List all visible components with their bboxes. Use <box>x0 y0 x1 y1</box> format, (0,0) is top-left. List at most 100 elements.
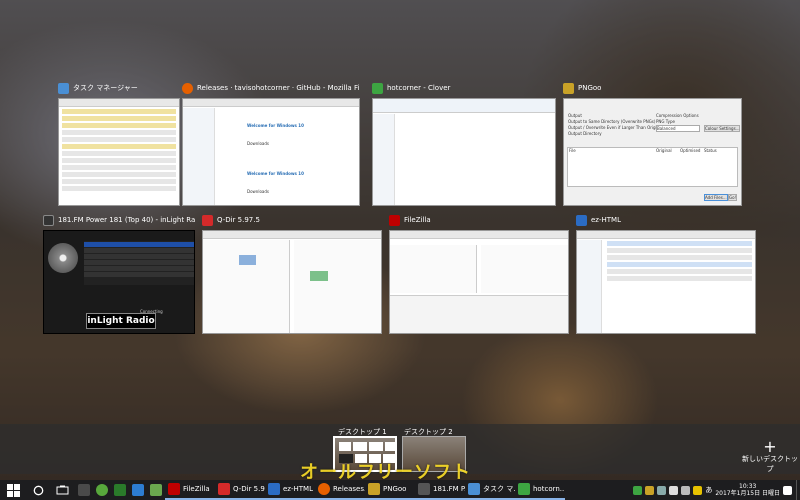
taskbar-item-task-manager[interactable]: タスク マ... <box>465 480 515 500</box>
go-button: Go! <box>728 194 738 201</box>
pngoo-icon <box>368 483 380 495</box>
ime-indicator[interactable]: あ <box>705 485 712 495</box>
window-title: 181.FM Power 181 (Top 40) - inLight Radi… <box>58 216 195 224</box>
window-task-manager[interactable]: タスク マネージャー <box>58 80 180 206</box>
release-heading-2: Welcome for Windows 10 <box>247 171 304 176</box>
window-title-bar: PNGoo <box>563 80 742 96</box>
windows-logo-icon <box>7 483 20 497</box>
original-column-header: Original <box>656 148 672 153</box>
window-title-bar: FileZilla <box>389 212 569 228</box>
firefox-icon <box>318 483 330 495</box>
option-overwrite-larger: Output / Overwrite Even if Larger Than O… <box>568 125 663 130</box>
ime-mode-icon[interactable] <box>693 485 703 495</box>
plus-icon: + <box>763 437 777 456</box>
taskbar-item-clover[interactable]: hotcorn... <box>515 480 565 500</box>
radio-disc-icon <box>48 243 78 273</box>
volume-icon[interactable] <box>681 485 691 495</box>
taskbar-item-label: Releases... <box>333 485 365 493</box>
pinned-app-3[interactable] <box>111 480 129 500</box>
search-button[interactable] <box>27 480 50 500</box>
action-center-icon[interactable] <box>783 485 792 495</box>
window-preview: Connecting inLight Radio <box>43 230 195 334</box>
taskbar-item-label: FileZilla <box>183 485 210 493</box>
window-inlight-radio[interactable]: 181.FM Power 181 (Top 40) - inLight Radi… <box>43 212 195 334</box>
window-title-bar: Releases · tavisohotcorner · GitHub - Mo… <box>182 80 360 96</box>
qdir-icon <box>218 483 230 495</box>
compression-label: Compression Options <box>656 113 699 118</box>
add-files-button: Add Files... <box>704 194 728 201</box>
task-manager-icon <box>468 483 480 495</box>
taskbar-item-pngoo[interactable]: PNGoo <box>365 480 415 500</box>
window-clover[interactable]: hotcorner - Clover <box>372 80 556 206</box>
pinned-app-4[interactable] <box>129 480 147 500</box>
window-pngoo[interactable]: PNGoo Output Output to Same Directory (O… <box>563 80 742 206</box>
firefox-icon <box>182 82 193 94</box>
window-title: ez-HTML <box>591 216 621 224</box>
clock[interactable]: 10:33 2017年1月15日 日曜日 <box>715 483 780 497</box>
window-title-bar: hotcorner - Clover <box>372 80 556 96</box>
pinned-app-icon <box>150 484 162 496</box>
window-title-bar: タスク マネージャー <box>58 80 180 96</box>
pinned-app-1[interactable] <box>75 480 93 500</box>
tray-app-icon[interactable] <box>657 485 667 495</box>
ez-html-icon <box>576 214 587 226</box>
system-tray: あ 10:33 2017年1月15日 日曜日 <box>633 483 796 497</box>
window-title: Releases · tavisohotcorner · GitHub - Mo… <box>197 84 360 92</box>
taskbar-item-inlight-radio[interactable]: 181.FM P... <box>415 480 465 500</box>
new-desktop-button[interactable]: + 新しいデスクトップ <box>740 437 800 474</box>
show-desktop-button[interactable] <box>796 480 800 500</box>
pinned-app-icon <box>114 484 126 496</box>
inlight-radio-icon <box>43 214 54 226</box>
taskbar-item-label: タスク マ... <box>483 485 515 493</box>
network-icon[interactable] <box>669 485 679 495</box>
window-preview <box>389 230 569 334</box>
new-desktop-label: 新しいデスクトップ <box>742 455 798 473</box>
taskbar-item-label: hotcorn... <box>533 485 565 493</box>
taskbar-item-ez-html[interactable]: ez-HTML <box>265 480 315 500</box>
window-title: hotcorner - Clover <box>387 84 451 92</box>
clover-icon <box>518 483 530 495</box>
window-title-bar: Q-Dir 5.97.5 <box>202 212 382 228</box>
filezilla-icon <box>168 483 180 495</box>
option-same-dir: Output to Same Directory (Overwrite PNGs… <box>568 119 656 124</box>
window-title: タスク マネージャー <box>73 84 138 92</box>
window-ez-html[interactable]: ez-HTML <box>576 212 756 334</box>
status-column-header: Status <box>704 148 717 153</box>
window-preview: Welcome for Windows 10 Downloads Welcome… <box>182 98 360 206</box>
output-directory-label: Output Directory <box>568 131 602 136</box>
downloads-label-2: Downloads <box>247 189 269 194</box>
window-title: FileZilla <box>404 216 431 224</box>
pinned-app-5[interactable] <box>147 480 165 500</box>
tray-app-icon[interactable] <box>633 485 643 495</box>
release-heading-1: Welcome for Windows 10 <box>247 123 304 128</box>
ez-html-icon <box>268 483 280 495</box>
window-title: Q-Dir 5.97.5 <box>217 216 260 224</box>
search-circle-icon <box>33 485 44 495</box>
pinned-app-icon <box>78 484 90 496</box>
filezilla-icon <box>389 214 400 226</box>
output-label: Output <box>568 113 582 118</box>
pinned-app-2[interactable] <box>93 480 111 500</box>
inlight-radio-logo: inLight Radio <box>86 313 156 329</box>
window-title-bar: 181.FM Power 181 (Top 40) - inLight Radi… <box>43 212 195 228</box>
taskbar-item-filezilla[interactable]: FileZilla <box>165 480 215 500</box>
window-filezilla[interactable]: FileZilla <box>389 212 569 334</box>
tray-app-icon[interactable] <box>645 485 655 495</box>
task-manager-icon <box>58 82 69 94</box>
window-preview: Output Output to Same Directory (Overwri… <box>563 98 742 206</box>
taskbar-item-label: Q-Dir 5.9... <box>233 485 265 493</box>
window-preview <box>58 98 180 206</box>
taskbar-item-firefox[interactable]: Releases... <box>315 480 365 500</box>
window-firefox[interactable]: Releases · tavisohotcorner · GitHub - Mo… <box>182 80 360 206</box>
file-column-header: File <box>569 148 576 153</box>
pinned-app-icon <box>132 484 144 496</box>
png-type-select: Balanced <box>656 125 700 132</box>
clock-time: 10:33 <box>739 483 757 490</box>
png-type-label: PNG Type <box>656 119 675 124</box>
window-qdir[interactable]: Q-Dir 5.97.5 <box>202 212 382 334</box>
optimised-column-header: Optimised <box>680 148 701 153</box>
start-button[interactable] <box>0 480 27 500</box>
taskbar-item-qdir[interactable]: Q-Dir 5.9... <box>215 480 265 500</box>
task-view-button[interactable] <box>50 480 75 500</box>
taskbar-item-label: 181.FM P... <box>433 485 465 493</box>
